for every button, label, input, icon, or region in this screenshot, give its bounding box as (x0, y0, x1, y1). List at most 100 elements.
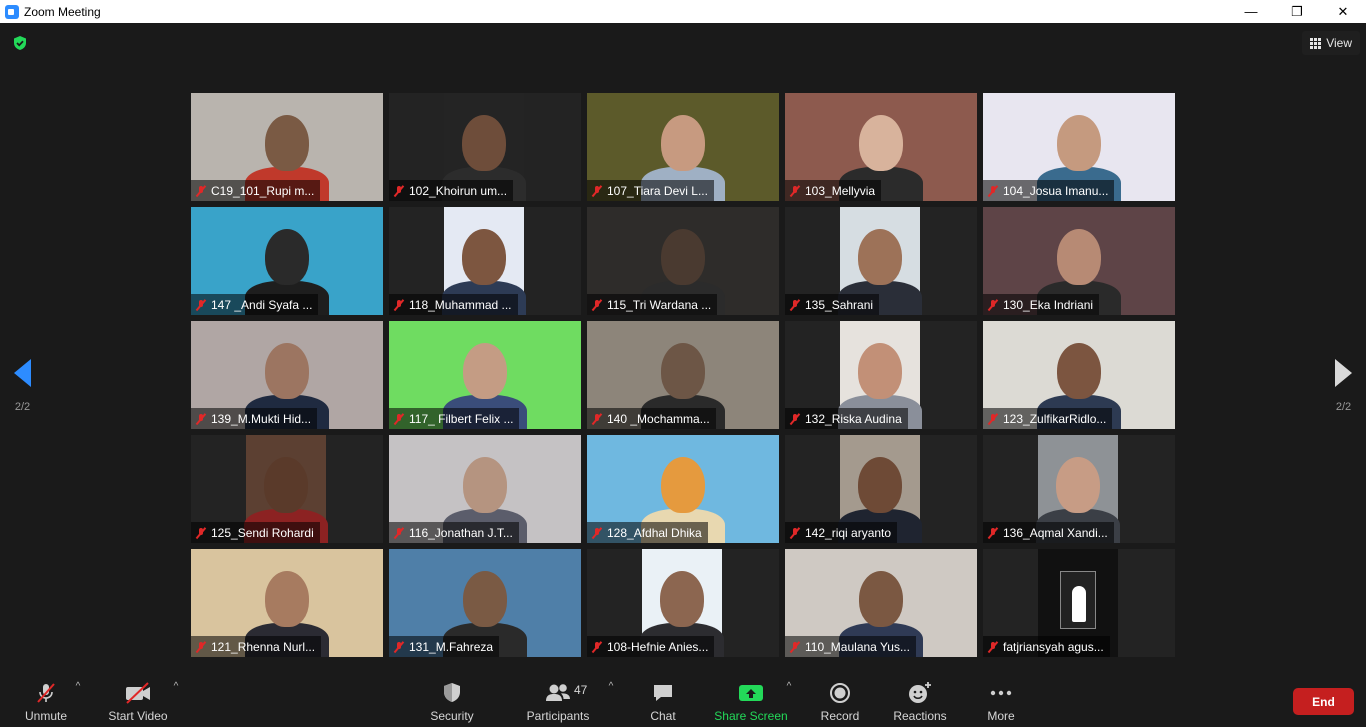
participant-face (1057, 343, 1101, 399)
participant-tile[interactable]: 116_Jonathan J.T... (389, 435, 581, 543)
audio-options-caret-icon[interactable]: ^ (73, 682, 83, 692)
participant-name-bar: 116_Jonathan J.T... (389, 522, 519, 543)
participant-name: 123_ZulfikarRidlo... (1003, 411, 1107, 426)
chat-button[interactable]: Chat (618, 680, 708, 723)
share-screen-button[interactable]: Share Screen (706, 680, 796, 723)
arrow-right-icon (1335, 359, 1352, 387)
arrow-left-icon (14, 359, 31, 387)
participant-tile[interactable]: 147 _Andi Syafa ... (191, 207, 383, 315)
participant-name-bar: 123_ZulfikarRidlo... (983, 408, 1113, 429)
participant-tile[interactable]: 125_Sendi Rohardi (191, 435, 383, 543)
zoom-app-icon (5, 4, 19, 19)
participants-button[interactable]: Participants (513, 680, 603, 723)
mic-muted-icon (195, 299, 207, 311)
participant-tile[interactable]: 107_Tiara Devi L... (587, 93, 779, 201)
participant-tile[interactable]: 142_riqi aryanto (785, 435, 977, 543)
mic-muted-icon (789, 413, 801, 425)
participant-name-bar: 130_Eka Indriani (983, 294, 1100, 315)
participant-name-bar: 131_M.Fahreza (389, 636, 500, 657)
view-button[interactable]: View (1302, 31, 1360, 55)
previous-page-button[interactable]: 2/2 (14, 359, 31, 413)
video-off-icon (124, 680, 152, 706)
more-dots-icon (989, 680, 1013, 706)
participant-tile[interactable]: C19_101_Rupi m... (191, 93, 383, 201)
participant-tile[interactable]: 136_Aqmal Xandi... (983, 435, 1175, 543)
participant-face (858, 229, 902, 285)
next-page-button[interactable]: 2/2 (1335, 359, 1352, 413)
participant-name: 116_Jonathan J.T... (409, 525, 513, 540)
security-button[interactable]: Security (407, 680, 497, 723)
participant-name-bar: 117_ Filbert Felix ... (389, 408, 520, 429)
participant-tile[interactable]: 121_Rhenna Nurl... (191, 549, 383, 657)
participant-tile[interactable]: 117_ Filbert Felix ... (389, 321, 581, 429)
participant-name: 131_M.Fahreza (409, 639, 494, 654)
page-indicator-right: 2/2 (1335, 401, 1352, 413)
participant-tile[interactable]: 102_Khoirun um... (389, 93, 581, 201)
participant-tile[interactable]: 140 _Mochamma... (587, 321, 779, 429)
close-button[interactable]: ✕ (1320, 0, 1366, 23)
encryption-shield-icon[interactable] (12, 35, 28, 51)
mic-muted-icon (987, 413, 999, 425)
mic-muted-icon (591, 641, 603, 653)
participant-name-bar: 125_Sendi Rohardi (191, 522, 320, 543)
mic-muted-icon (195, 641, 207, 653)
participant-name-bar: 136_Aqmal Xandi... (983, 522, 1114, 543)
participants-count: 47 (574, 683, 588, 697)
participant-tile[interactable]: fatjriansyah agus... (983, 549, 1175, 657)
participant-face (661, 229, 705, 285)
participant-tile[interactable]: 123_ZulfikarRidlo... (983, 321, 1175, 429)
share-screen-icon (738, 680, 764, 706)
participant-tile[interactable]: 108-Hefnie Anies... (587, 549, 779, 657)
participant-tile[interactable]: 128_Afdhal Dhika (587, 435, 779, 543)
minimize-button[interactable]: — (1228, 0, 1274, 23)
participant-tile[interactable]: 130_Eka Indriani (983, 207, 1175, 315)
start-video-button[interactable]: Start Video (93, 680, 183, 723)
participant-tile[interactable]: 110_Maulana Yus... (785, 549, 977, 657)
participant-face (463, 457, 507, 513)
participant-tile[interactable]: 139_M.Mukti Hid... (191, 321, 383, 429)
unmute-label: Unmute (24, 709, 68, 723)
participant-face (858, 457, 902, 513)
participant-name: 136_Aqmal Xandi... (1003, 525, 1108, 540)
participant-name-bar: 104_Josua Imanu... (983, 180, 1115, 201)
participant-name-bar: 132_Riska Audina (785, 408, 908, 429)
mic-muted-icon (789, 527, 801, 539)
participant-name: 140 _Mochamma... (607, 411, 710, 426)
participant-tile[interactable]: 135_Sahrani (785, 207, 977, 315)
mic-muted-icon (393, 413, 405, 425)
reactions-button[interactable]: Reactions (875, 680, 965, 723)
record-button[interactable]: Record (795, 680, 885, 723)
participant-face (265, 229, 309, 285)
title-bar: Zoom Meeting — ❐ ✕ (0, 0, 1366, 23)
participant-face (265, 343, 309, 399)
gallery-grid: C19_101_Rupi m... 102_Khoirun um... 107_Ti… (191, 93, 1175, 657)
participant-face (661, 343, 705, 399)
mic-muted-icon (789, 641, 801, 653)
participant-name-bar: 110_Maulana Yus... (785, 636, 916, 657)
participants-label: Participants (526, 709, 590, 723)
end-meeting-button[interactable]: End (1293, 688, 1354, 715)
participant-tile[interactable]: 115_Tri Wardana ... (587, 207, 779, 315)
restore-button[interactable]: ❐ (1274, 0, 1320, 23)
start-video-label: Start Video (108, 709, 168, 723)
participant-name: 130_Eka Indriani (1003, 297, 1094, 312)
participant-face (661, 115, 705, 171)
participant-face (660, 571, 704, 627)
mic-muted-icon (591, 299, 603, 311)
participant-tile[interactable]: 104_Josua Imanu... (983, 93, 1175, 201)
participant-name-bar: 140 _Mochamma... (587, 408, 716, 429)
chat-icon (651, 680, 675, 706)
participant-face (462, 115, 506, 171)
participant-name-bar: 121_Rhenna Nurl... (191, 636, 322, 657)
more-button[interactable]: More (956, 680, 1046, 723)
reactions-label: Reactions (893, 709, 947, 723)
participant-tile[interactable]: 103_Mellyvia (785, 93, 977, 201)
participant-tile[interactable]: 132_Riska Audina (785, 321, 977, 429)
participants-caret-icon[interactable]: ^ (606, 682, 616, 692)
video-options-caret-icon[interactable]: ^ (171, 682, 181, 692)
participant-tile[interactable]: 118_Muhammad ... (389, 207, 581, 315)
share-options-caret-icon[interactable]: ^ (784, 682, 794, 692)
participant-name-bar: C19_101_Rupi m... (191, 180, 321, 201)
participant-name: fatjriansyah agus... (1003, 639, 1104, 654)
participant-tile[interactable]: 131_M.Fahreza (389, 549, 581, 657)
